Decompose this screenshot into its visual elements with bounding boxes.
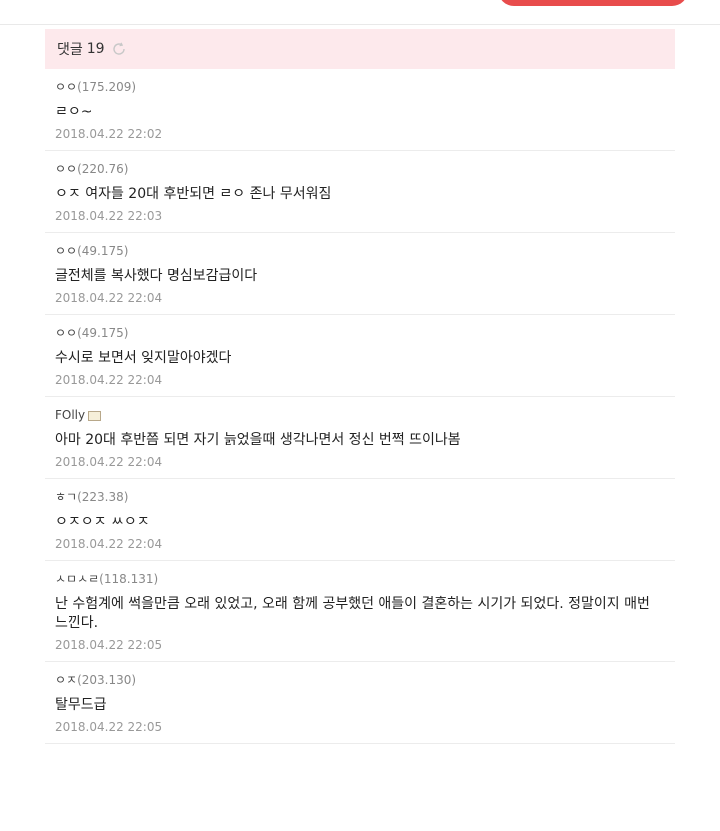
comment-author[interactable]: ㅎㄱ(223.38) [55,489,665,505]
comment-item: ㅎㄱ(223.38) ㅇㅈㅇㅈ ㅆㅇㅈ 2018.04.22 22:04 [45,479,675,561]
comments-count: 19 [86,41,105,57]
comment-item: ㅅㅁㅅㄹ(118.131) 난 수험계에 썩을만큼 오래 있었고, 오래 함께 공… [45,561,675,662]
author-ip: (118.131) [99,572,159,586]
comment-text: ㅇㅈㅇㅈ ㅆㅇㅈ [55,514,150,530]
comment-author[interactable]: ㅇㅇ(49.175) [55,243,665,259]
comment-item: ㅇㅇ(49.175) 글전체를 복사했다 명심보감급이다 2018.04.22 22… [45,233,675,315]
author-name[interactable]: ㅎㄱ [55,490,77,504]
comment-timestamp: 2018.04.22 22:05 [55,638,163,652]
comment-author[interactable]: ㅇㅈ(203.130) [55,672,665,688]
author-ip: (203.130) [77,673,137,687]
comment-item: ㅇㅇ(175.209) ㄹㅇ~ 2018.04.22 22:02 [45,69,675,151]
comment-timestamp: 2018.04.22 22:02 [55,127,163,141]
comment-timestamp: 2018.04.22 22:04 [55,373,163,387]
author-name[interactable]: ㅅㅁㅅㄹ [55,572,99,586]
comment-item: ㅇㅇ(49.175) 수시로 보면서 잊지말아야겠다 2018.04.22 22:0… [45,315,675,397]
comment-timestamp: 2018.04.22 22:03 [55,209,163,223]
comment-timestamp: 2018.04.22 22:05 [55,720,163,734]
author-ip: (220.76) [77,162,129,176]
comment-item: ㅇㅈ(203.130) 탈무드급 2018.04.22 22:05 [45,662,675,744]
comment-timestamp: 2018.04.22 22:04 [55,455,163,469]
comment-text: 글전체를 복사했다 명심보감급이다 [55,268,258,284]
author-name[interactable]: ㅇㅇ [55,326,77,340]
comment-author[interactable]: ㅇㅇ(49.175) [55,325,665,341]
top-bar [0,0,720,25]
comment-text: 아마 20대 후반쯤 되면 자기 늙었을때 생각나면서 정신 번쩍 뜨이나봄 [55,432,461,448]
author-name[interactable]: ㅇㅈ [55,673,77,687]
comment-list: ㅇㅇ(175.209) ㄹㅇ~ 2018.04.22 22:02 ㅇㅇ(220.76)… [45,69,675,744]
comment-text: ㄹㅇ~ [55,104,93,120]
comment-text: ㅇㅈ 여자들 20대 후반되면 ㄹㅇ 존나 무서워짐 [55,186,332,202]
badge-icon [88,410,102,421]
author-ip: (223.38) [77,490,129,504]
refresh-icon[interactable] [111,41,127,57]
author-name[interactable]: ㅇㅇ [55,244,77,258]
author-ip: (49.175) [77,244,129,258]
author-name[interactable]: FOlly [55,408,85,422]
comment-author[interactable]: ㅅㅁㅅㄹ(118.131) [55,571,665,587]
comment-author[interactable]: ㅇㅇ(220.76) [55,161,665,177]
author-name[interactable]: ㅇㅇ [55,162,77,176]
comment-text: 수시로 보면서 잊지말아야겠다 [55,350,232,366]
comment-text: 탈무드급 [55,697,107,713]
comment-item: ㅇㅇ(220.76) ㅇㅈ 여자들 20대 후반되면 ㄹㅇ 존나 무서워짐 2018… [45,151,675,233]
author-ip: (49.175) [77,326,129,340]
comments-header: 댓글 19 [45,29,675,69]
comment-author[interactable]: ㅇㅇ(175.209) [55,79,665,95]
author-name[interactable]: ㅇㅇ [55,80,77,94]
author-ip: (175.209) [77,80,137,94]
comment-text: 난 수험계에 썩을만큼 오래 있었고, 오래 함께 공부했던 애들이 결혼하는 … [55,596,650,631]
comment-timestamp: 2018.04.22 22:04 [55,291,163,305]
comments-section: 댓글 19 ㅇㅇ(175.209) ㄹㅇ~ 2018.04.22 22:02 ㅇㅇ(2… [45,29,675,744]
comments-label: 댓글 [57,42,83,58]
comment-timestamp: 2018.04.22 22:04 [55,537,163,551]
comment-author[interactable]: FOlly [55,407,665,423]
comment-item: FOlly 아마 20대 후반쯤 되면 자기 늙었을때 생각나면서 정신 번쩍 뜨… [45,397,675,479]
top-action-button[interactable] [498,0,688,6]
